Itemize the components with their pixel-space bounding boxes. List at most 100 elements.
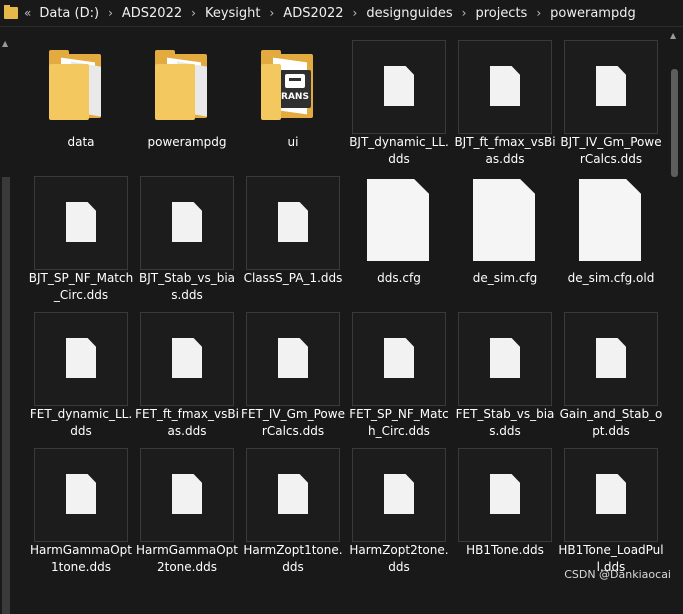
folder-thumbnail [34,40,126,132]
breadcrumb-separator[interactable]: › [353,6,358,20]
file-item[interactable]: FET_dynamic_LL.dds [30,310,132,446]
document-icon [172,202,202,242]
file-item[interactable]: FET_IV_Gm_PowerCalcs.dds [241,310,345,446]
file-thumbnail [458,176,550,268]
breadcrumb-separator[interactable]: › [462,6,467,20]
file-thumbnail [140,312,234,406]
item-label: FET_IV_Gm_PowerCalcs.dds [241,407,345,438]
file-item[interactable]: HarmZopt2tone.dds [349,446,449,582]
file-item[interactable]: FET_ft_fmax_vsBias.dds [135,310,239,446]
document-icon [596,66,626,106]
item-label: HarmGammaOpt2tone.dds [136,543,238,574]
item-label: BJT_Stab_vs_bias.dds [138,271,236,302]
folder-item[interactable]: RANS ui [246,38,340,174]
printer-preview-icon: RANS [279,70,311,108]
scroll-up-arrow-icon[interactable]: ▲ [670,31,676,40]
file-thumbnail [352,176,444,268]
address-bar[interactable]: « Data (D:) › ADS2022 › Keysight › ADS20… [0,0,683,27]
file-item[interactable]: ClassS_PA_1.dds [244,174,342,310]
item-label: Gain_and_Stab_opt.dds [559,407,663,438]
scrollbar-thumb[interactable] [2,177,10,614]
file-item[interactable]: HarmGammaOpt1tone.dds [30,446,132,582]
folder-thumbnail [140,40,232,132]
file-thumbnail [458,448,552,542]
folder-item[interactable]: data [34,38,128,174]
item-label: powerampdg [147,135,227,149]
file-thumbnail [564,40,658,134]
document-icon [384,66,414,106]
document-icon [596,474,626,514]
document-icon [384,338,414,378]
file-item[interactable]: HB1Tone.dds [458,446,552,582]
scrollbar-thumb[interactable] [671,69,678,177]
breadcrumb-separator[interactable]: › [191,6,196,20]
file-thumbnail [352,40,446,134]
breadcrumb-keysight[interactable]: Keysight [205,6,261,21]
breadcrumb-projects[interactable]: projects [475,6,527,21]
file-item[interactable]: HarmGammaOpt2tone.dds [136,446,238,582]
file-item[interactable]: de_sim.cfg.old [564,174,658,310]
item-label: HarmZopt1tone.dds [243,543,343,574]
file-item[interactable]: BJT_SP_NF_Match_Circ.dds [29,174,133,310]
file-thumbnail [34,176,128,270]
scroll-up-arrow-icon[interactable]: ▲ [2,39,8,48]
item-label: BJT_dynamic_LL.dds [349,135,449,166]
file-item[interactable]: HB1Tone_LoadPull.dds [558,446,664,582]
file-item[interactable]: FET_SP_NF_Match_Circ.dds [349,310,449,446]
breadcrumb-ads2022-sub[interactable]: ADS2022 [283,6,343,21]
file-thumbnail [564,448,658,542]
file-thumbnail [140,448,234,542]
item-label: data [67,135,95,149]
file-item[interactable]: Gain_and_Stab_opt.dds [560,310,662,446]
file-thumbnail [34,448,128,542]
file-thumbnail [458,312,552,406]
item-label: de_sim.cfg.old [567,271,655,285]
document-icon [490,474,520,514]
breadcrumb-ads2022[interactable]: ADS2022 [122,6,182,21]
file-thumbnail [564,312,658,406]
breadcrumb-drive[interactable]: Data (D:) [39,6,99,21]
document-icon [473,179,535,261]
file-thumbnail [246,176,340,270]
breadcrumb-separator[interactable]: › [269,6,274,20]
file-thumbnail [352,312,446,406]
breadcrumb-separator[interactable]: › [108,6,113,20]
item-label: dds.cfg [377,271,421,285]
file-item[interactable]: de_sim.cfg [458,174,552,310]
item-label: FET_ft_fmax_vsBias.dds [135,407,239,438]
navigation-pane-scrollbar[interactable]: ▲ [0,27,12,614]
file-item[interactable]: BJT_Stab_vs_bias.dds [139,174,235,310]
folder-icon [155,50,221,122]
document-icon [278,474,308,514]
watermark: CSDN @Dankiaocai [564,568,671,581]
folder-item[interactable]: powerampdg [140,38,234,174]
file-item[interactable]: dds.cfg [352,174,446,310]
item-label: ClassS_PA_1.dds [243,271,343,285]
document-icon [66,202,96,242]
document-icon [384,474,414,514]
item-label: HB1Tone.dds [466,543,544,557]
file-thumbnail [458,40,552,134]
file-item[interactable]: BJT_dynamic_LL.dds [349,38,449,174]
document-icon [596,338,626,378]
file-item[interactable]: HarmZopt1tone.dds [243,446,343,582]
breadcrumb-separator[interactable]: › [536,6,541,20]
item-label: FET_dynamic_LL.dds [29,407,133,438]
document-icon [579,179,641,261]
document-icon [490,338,520,378]
document-icon [172,338,202,378]
file-item[interactable]: FET_Stab_vs_bias.dds [456,310,554,446]
overflow-chevron[interactable]: « [24,6,31,20]
item-label: BJT_SP_NF_Match_Circ.dds [28,271,134,302]
item-label: HarmGammaOpt1tone.dds [30,543,132,574]
breadcrumb-powerampdg[interactable]: powerampdg [550,6,636,21]
file-item[interactable]: BJT_IV_Gm_PowerCalcs.dds [560,38,662,174]
breadcrumb-designguides[interactable]: designguides [366,6,452,21]
file-item[interactable]: BJT_ft_fmax_vsBias.dds [454,38,556,174]
item-label: FET_SP_NF_Match_Circ.dds [349,407,449,438]
document-icon [490,66,520,106]
folder-icon [4,5,18,19]
folder-icon [49,50,115,122]
vertical-scrollbar[interactable]: ▲ [666,27,683,587]
file-thumbnail [352,448,446,542]
